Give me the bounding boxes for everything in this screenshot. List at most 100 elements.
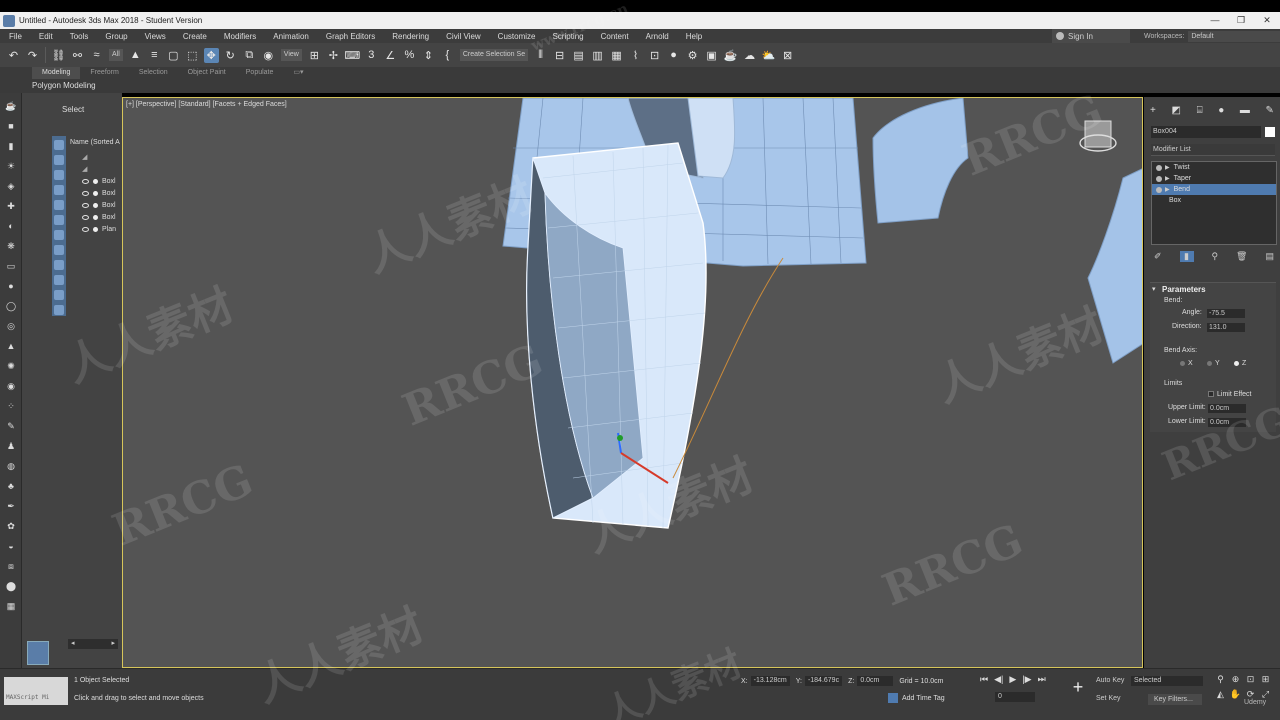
keyboard-shortcut-icon[interactable]: ⌨ [344, 48, 360, 63]
filter-cameras-icon[interactable] [54, 185, 64, 195]
rendered-frame-window-icon[interactable]: ▣ [704, 48, 719, 63]
select-object-icon[interactable]: ▲ [128, 48, 143, 63]
render-dot-icon[interactable] [93, 190, 98, 196]
light-icon[interactable]: ☀ [4, 159, 18, 173]
render-dot-icon[interactable] [93, 214, 98, 220]
box-icon[interactable]: ■ [4, 119, 18, 133]
direction-spinner[interactable]: 131.0 [1207, 323, 1245, 332]
layers-icon[interactable]: ▦ [4, 599, 18, 613]
minimize-button[interactable]: — [1202, 15, 1228, 26]
configure-modifier-sets-icon[interactable]: ▤ [1265, 251, 1274, 262]
filter-groups-icon[interactable] [54, 230, 64, 240]
field-of-view-icon[interactable]: ◭ [1213, 689, 1228, 704]
pin-stack-icon[interactable]: ✐ [1154, 251, 1162, 262]
modifier-stack-item-bend[interactable]: ▶ Bend [1152, 184, 1276, 195]
object-name-field[interactable]: Box004 [1151, 126, 1261, 138]
modifier-stack-item-box[interactable]: Box [1152, 195, 1276, 206]
utilities-tab-icon[interactable]: ✎ [1266, 105, 1274, 116]
ribbon-tab-object-paint[interactable]: Object Paint [178, 67, 236, 79]
key-selection-dropdown[interactable]: Selected [1131, 676, 1203, 686]
redo-icon[interactable]: ↷ [25, 48, 40, 63]
scroll-left-icon[interactable]: ◂ [71, 639, 75, 649]
toggle-scene-explorer-icon[interactable]: ▤ [571, 48, 586, 63]
close-button[interactable]: ✕ [1254, 15, 1280, 26]
rollout-collapse-icon[interactable]: ▾ [1152, 285, 1156, 293]
zoom-extents-icon[interactable]: ⊡ [1243, 674, 1258, 689]
wrench-icon[interactable]: ✒ [4, 499, 18, 513]
play-icon[interactable]: ▶ [1009, 674, 1016, 685]
upper-limit-spinner[interactable]: 0.0cm [1208, 404, 1246, 413]
paint-icon[interactable]: ✎ [4, 419, 18, 433]
modifier-stack-item-twist[interactable]: ▶ Twist [1152, 162, 1276, 173]
z-coordinate-field[interactable]: 0.0cm [857, 676, 894, 686]
sphere-gizmo-icon[interactable]: ◉ [4, 379, 18, 393]
select-and-scale-icon[interactable]: ⧉ [242, 48, 257, 63]
render-dot-icon[interactable] [93, 178, 98, 184]
visibility-eye-icon[interactable] [82, 190, 89, 196]
window-crossing-icon[interactable]: ⬚ [185, 48, 200, 63]
menu-content[interactable]: Content [592, 32, 637, 41]
particle-icon[interactable]: ⁘ [4, 399, 18, 413]
scroll-right-icon[interactable]: ▸ [111, 639, 115, 649]
teapot-icon[interactable]: ☕ [4, 99, 18, 113]
helper-icon[interactable]: ✚ [4, 199, 18, 213]
material-editor-icon[interactable]: ● [666, 48, 681, 63]
auto-key-button[interactable]: Auto Key [1096, 677, 1124, 684]
select-and-move-icon[interactable]: ✥ [203, 47, 219, 63]
ribbon-tab-modeling[interactable]: Modeling [32, 67, 81, 79]
rectangular-selection-icon[interactable]: ▢ [166, 48, 181, 63]
spinner-snap-icon[interactable]: ⇕ [421, 48, 436, 63]
filter-bones-icon[interactable] [54, 260, 64, 270]
menu-animation[interactable]: Animation [264, 32, 317, 41]
visibility-eye-icon[interactable] [82, 226, 89, 232]
go-to-end-icon[interactable]: ⏭ [1038, 674, 1046, 685]
parameters-title[interactable]: Parameters [1162, 285, 1206, 294]
polygon-modeling-panel[interactable]: Polygon Modeling [32, 81, 96, 90]
lower-limit-spinner[interactable]: 0.0cm [1208, 418, 1246, 427]
next-frame-icon[interactable]: |▶ [1022, 674, 1031, 685]
limit-effect-checkbox[interactable] [1208, 391, 1214, 397]
snaps-toggle-icon[interactable]: 3 [364, 48, 379, 63]
percent-snap-icon[interactable]: % [402, 48, 417, 63]
render-dot-icon[interactable] [93, 226, 98, 232]
modifier-stack-item-taper[interactable]: ▶ Taper [1152, 173, 1276, 184]
expand-icon[interactable]: ◢ [82, 153, 87, 161]
align-icon[interactable]: ⊟ [552, 48, 567, 63]
link-icon[interactable]: ⛓ [51, 48, 66, 63]
toggle-ribbon-icon[interactable]: ▦ [609, 48, 624, 63]
mirror-icon[interactable]: ⫴ [533, 48, 548, 63]
bend-axis-x-radio[interactable] [1180, 361, 1185, 366]
scene-explorer-row-collapsed[interactable]: ◢ [82, 152, 91, 162]
expand-icon[interactable]: ▶ [1165, 164, 1170, 171]
viewport-label[interactable]: [+] [Perspective] [Standard] [Facets + E… [126, 101, 287, 108]
snapshot-icon[interactable]: ⧈ [4, 559, 18, 573]
filter-shapes-icon[interactable] [54, 155, 64, 165]
object-color-swatch[interactable] [1265, 127, 1275, 137]
motion-tab-icon[interactable]: ● [1218, 105, 1224, 116]
expand-icon[interactable]: ▶ [1165, 186, 1170, 193]
curve-editor-icon[interactable]: ⌇ [628, 48, 643, 63]
toggle-layer-explorer-icon[interactable]: ▥ [590, 48, 605, 63]
biped-icon[interactable]: ♟ [4, 439, 18, 453]
selection-filter-dropdown[interactable]: All [109, 49, 123, 61]
pivot-center-icon[interactable]: ⊞ [307, 48, 322, 63]
sphere-icon[interactable]: ● [4, 279, 18, 293]
make-unique-icon[interactable]: ⚲ [1211, 251, 1218, 262]
filter-hidden-icon[interactable] [54, 305, 64, 315]
schematic-view-icon[interactable]: ⊡ [647, 48, 662, 63]
render-dot-icon[interactable] [93, 202, 98, 208]
set-key-button[interactable]: Set Key [1096, 695, 1121, 702]
y-coordinate-field[interactable]: -184.679c [804, 676, 843, 686]
go-to-start-icon[interactable]: ⏮ [980, 674, 988, 685]
remove-modifier-icon[interactable]: 🗑 [1236, 251, 1247, 262]
menu-civil-view[interactable]: Civil View [437, 32, 489, 41]
set-keys-icon[interactable]: + [1068, 677, 1088, 697]
earth-icon[interactable]: ◒ [4, 539, 18, 553]
globe-icon[interactable]: ◍ [4, 459, 18, 473]
visibility-eye-icon[interactable] [82, 178, 89, 184]
ribbon-tab-populate[interactable]: Populate [236, 67, 284, 79]
menu-tools[interactable]: Tools [61, 32, 97, 41]
scene-explorer-row[interactable]: Plan [82, 224, 116, 234]
cone-icon[interactable]: ▲ [4, 339, 18, 353]
menu-help[interactable]: Help [677, 32, 710, 41]
